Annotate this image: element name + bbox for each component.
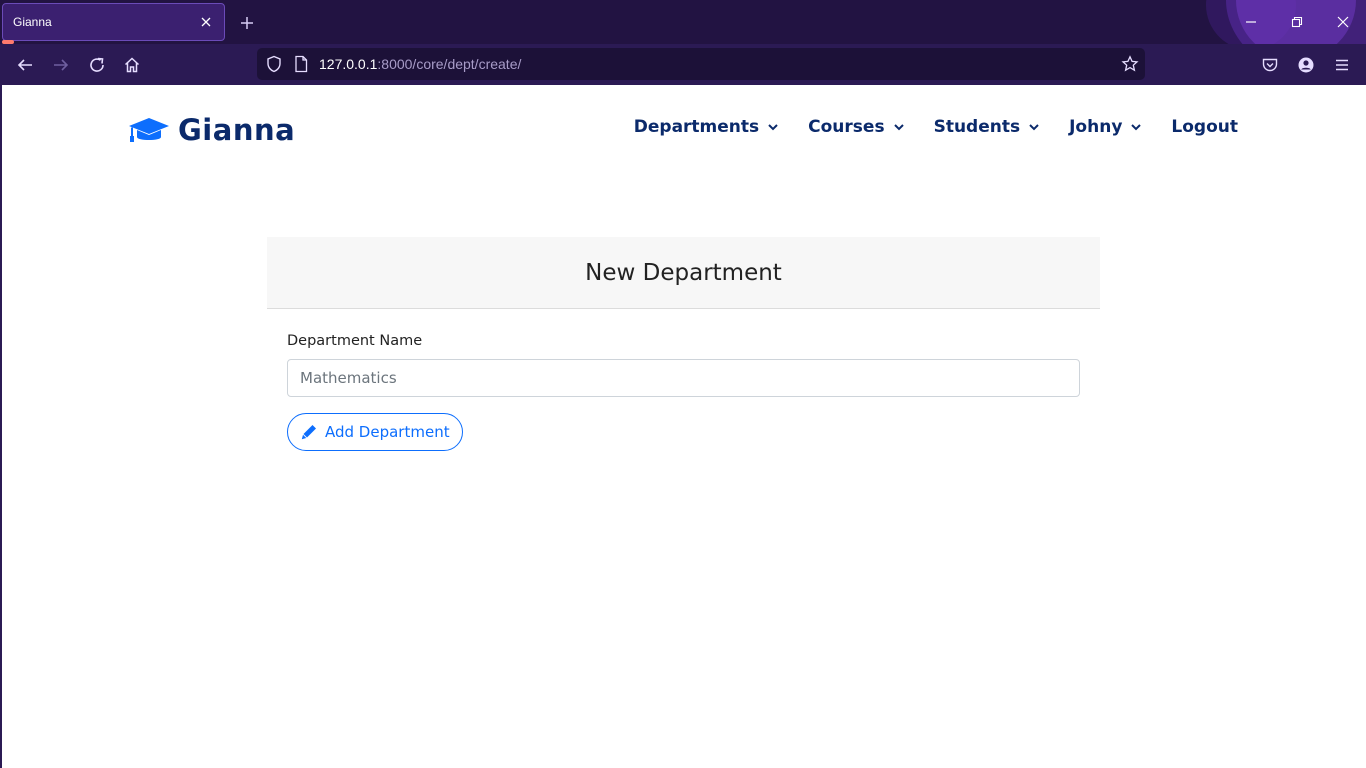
new-department-card: New Department Department Name Add Depar… [267,237,1100,475]
nav-departments-dropdown[interactable]: Departments [634,117,779,137]
forward-button[interactable] [48,52,74,78]
tab-title: Gianna [13,15,52,29]
nav-courses-label: Courses [808,117,885,137]
nav-logout-link[interactable]: Logout [1171,117,1238,137]
url-path: :8000/core/dept/create/ [377,56,522,72]
browser-tab[interactable]: Gianna [2,3,225,41]
chevron-down-icon [768,124,778,131]
address-bar[interactable]: 127.0.0.1:8000/core/dept/create/ [257,48,1145,80]
bookmark-star-icon[interactable] [1121,55,1139,77]
url-text[interactable]: 127.0.0.1:8000/core/dept/create/ [319,56,521,72]
card-body: Department Name Add Department [267,309,1100,475]
home-button[interactable] [119,52,145,78]
window-edge [0,85,2,768]
main-nav: Departments Courses Students Johny Logou… [605,117,1238,137]
card-header: New Department [267,237,1100,309]
nav-logout-label: Logout [1171,117,1238,137]
browser-titlebar: Gianna [0,0,1366,44]
graduation-cap-icon [128,115,170,145]
nav-departments-label: Departments [633,117,760,137]
department-name-label: Department Name [287,333,423,349]
chevron-down-icon [1131,124,1142,131]
back-button[interactable] [12,52,38,78]
add-department-label: Add Department [325,423,450,441]
reload-button[interactable] [84,52,110,78]
site-header: Gianna Departments Courses Students John… [0,85,1366,175]
minimize-button[interactable] [1237,8,1265,36]
page-title: New Department [585,259,782,286]
brand-name: Gianna [178,113,296,147]
department-name-input[interactable] [287,359,1080,397]
nav-students-label: Students [933,117,1021,137]
add-department-button[interactable]: Add Department [287,413,463,451]
shield-icon[interactable] [265,55,283,77]
chevron-down-icon [1029,124,1039,131]
pen-icon [301,425,316,440]
menu-icon[interactable] [1329,52,1355,78]
browser-toolbar: 127.0.0.1:8000/core/dept/create/ [0,44,1366,85]
close-tab-icon[interactable] [198,14,214,30]
nav-courses-dropdown[interactable]: Courses [808,117,904,137]
chevron-down-icon [893,124,904,131]
pocket-icon[interactable] [1257,52,1283,78]
url-host: 127.0.0.1 [319,56,378,72]
new-tab-button[interactable] [236,12,258,34]
page-icon[interactable] [293,55,309,77]
account-icon[interactable] [1293,52,1319,78]
close-window-button[interactable] [1329,8,1357,36]
restore-button[interactable] [1283,8,1311,36]
nav-user-label: Johny [1069,117,1123,137]
nav-students-dropdown[interactable]: Students [934,117,1041,137]
nav-user-dropdown[interactable]: Johny [1069,117,1142,137]
brand-logo-link[interactable]: Gianna [128,113,295,147]
